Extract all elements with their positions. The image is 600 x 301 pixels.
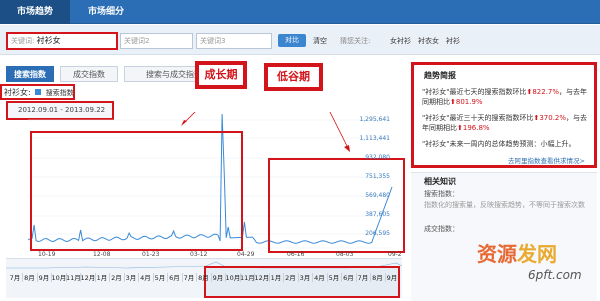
timeline-month: 4月 — [140, 274, 151, 282]
timeline-month: 7月 — [357, 274, 369, 282]
compare-button[interactable]: 对比 — [278, 34, 306, 47]
timeline-month: 10月 — [225, 274, 241, 282]
x-tick-1: 10-19 — [38, 251, 56, 258]
timeline-month: 3月 — [299, 274, 311, 282]
growth-region-frame — [30, 131, 243, 251]
tab-trade-index[interactable]: 成交指数 — [60, 66, 118, 82]
timeline-month: 1月 — [270, 274, 282, 282]
timeline-month: 12月 — [80, 274, 96, 282]
chart-legend: 衬衫女: 搜索指数 — [4, 87, 74, 98]
watermark-url: 6pft.com — [528, 268, 582, 282]
trough-annotation: 低谷期 — [264, 63, 323, 91]
selected-range[interactable] — [204, 266, 400, 298]
timeline-month: 5月 — [154, 274, 166, 282]
timeline-month: 2月 — [285, 274, 296, 282]
timeline-month: 3月 — [125, 274, 137, 282]
timeline-month: 8月 — [372, 274, 383, 282]
x-tick-4: 03-12 — [190, 251, 208, 258]
growth-arrow-line — [182, 112, 196, 125]
growth-arrowhead — [181, 120, 187, 126]
related-link-1[interactable]: 女衬衫 — [390, 36, 411, 46]
legend-keyword: 衬衫女: — [4, 88, 31, 97]
keyword-3-field[interactable]: 关键词3 — [196, 33, 272, 49]
timeline-month: 4月 — [314, 274, 325, 282]
keyword-1-field[interactable]: 关键词: 衬衫女 — [6, 32, 118, 50]
x-tick-2: 12-08 — [93, 251, 111, 258]
timeline-month: 8月 — [198, 274, 209, 282]
x-tick-5: 04-29 — [237, 251, 255, 258]
timeline-month: 10月 — [51, 274, 67, 282]
trough-arrow-line — [329, 112, 349, 149]
knowledge-subtitle: 搜索指数： — [424, 190, 459, 198]
related-link-2[interactable]: 衬衣女 — [418, 36, 439, 46]
x-tick-7: 08-03 — [336, 251, 354, 258]
trend-line-1-text: "衬衫女"最近七天的搜索指数环比 — [422, 88, 527, 96]
timeline-month: 8月 — [24, 274, 35, 282]
y-tick-7: 206,595 — [365, 230, 390, 237]
y-tick-5: 569,480 — [365, 192, 390, 199]
timeline-month: 12月 — [254, 274, 270, 282]
y-tick-2: 1,113,441 — [359, 135, 390, 142]
trend-line-2-value: 370.2% — [539, 114, 567, 122]
trend-line-1-value: 822.7% — [532, 88, 560, 96]
timeline-month: 9月 — [386, 274, 398, 282]
y-tick-3: 932,080 — [365, 154, 390, 161]
timeline-month: 5月 — [328, 274, 340, 282]
trend-line-1-value-2: 801.9% — [455, 98, 483, 106]
timeline-month: 11月 — [240, 274, 255, 282]
x-tick-3: 01-23 — [142, 251, 160, 258]
trend-line-3: "衬衫女"未来一周内的总体趋势预测：小幅上升。 — [422, 140, 576, 148]
tab-market-trend[interactable]: 市场趋势 — [0, 0, 70, 24]
timeline-month: 7月 — [183, 274, 195, 282]
trend-line-1: "衬衫女"最近七天的搜索指数环比⬆822.7%，与去年同期相比⬆801.9% — [422, 87, 592, 107]
trend-line-2-text: "衬衫女"最近三十天的搜索指数环比 — [422, 114, 534, 122]
keyword-2-field[interactable]: 关键词2 — [120, 33, 193, 49]
timeline-month: 9月 — [212, 274, 224, 282]
trend-line-2: "衬衫女"最近三十天的搜索指数环比⬆370.2%，与去年同期相比⬆196.8% — [422, 113, 592, 133]
keyword-1-label: 关键词: — [11, 37, 35, 45]
tab-search-index[interactable]: 搜索指数 — [6, 66, 54, 82]
trough-arrowhead — [344, 145, 350, 152]
watermark-text-1: 资源 — [477, 242, 517, 266]
y-tick-4: 751,355 — [365, 173, 390, 180]
timeline-month: 2月 — [111, 274, 122, 282]
timeline-month: 11月 — [66, 274, 81, 282]
related-link-3[interactable]: 衬衫 — [446, 36, 460, 46]
tab-market-segment[interactable]: 市场细分 — [72, 0, 140, 24]
y-tick-1: 1,295,641 — [359, 116, 390, 123]
trend-brief-title: 趋势简报 — [424, 71, 456, 80]
y-tick-6: 387,605 — [365, 211, 390, 218]
legend-swatch — [35, 89, 42, 95]
related-label: 猜您关注: — [340, 37, 371, 45]
knowledge-text: 指数化的搜索量，反映搜索趋势，不等同于搜索次数 — [424, 201, 585, 209]
legend-series: 搜索指数 — [45, 89, 74, 97]
trend-line-2-value-2: 196.8% — [462, 124, 490, 132]
growth-annotation: 成长期 — [195, 61, 247, 89]
supply-demand-link[interactable]: 去阿里指数查看供求情况> — [508, 155, 585, 165]
knowledge-title: 相关知识 — [424, 177, 456, 186]
timeline-month: 6月 — [343, 274, 354, 282]
clear-link[interactable]: 清空 — [313, 36, 327, 46]
timeline-month: 9月 — [38, 274, 50, 282]
watermark-text-2: 发网 — [517, 242, 557, 266]
knowledge-subtitle-2: 成交指数： — [424, 225, 459, 233]
keyword-1-value: 衬衫女 — [36, 36, 61, 45]
watermark-logo: 资源发网 — [477, 238, 557, 267]
timeline-month: 7月 — [9, 274, 21, 282]
x-tick-6: 06-16 — [287, 251, 305, 258]
x-tick-8: 09-2 — [388, 251, 402, 258]
timeline-month: 1月 — [96, 274, 108, 282]
timeline-month: 6月 — [169, 274, 180, 282]
